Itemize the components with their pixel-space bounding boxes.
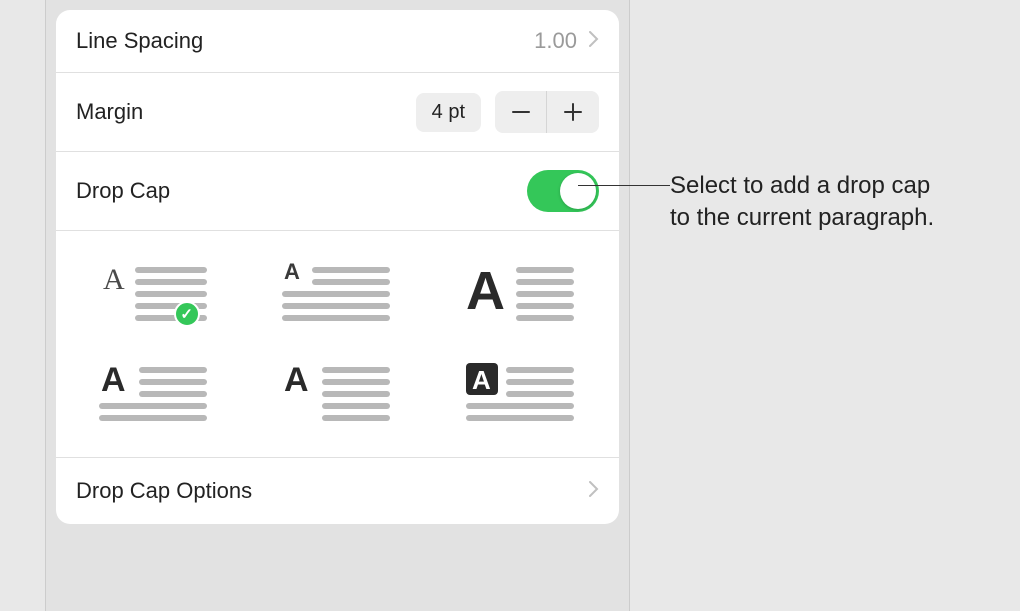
drop-cap-options-label: Drop Cap Options (76, 478, 252, 504)
dropcap-style-boxed[interactable]: A (459, 361, 583, 421)
drop-cap-label: Drop Cap (76, 178, 527, 204)
callout-leader-line (578, 185, 670, 186)
line-spacing-value-group: 1.00 (534, 28, 599, 54)
dropcap-style-large-bold[interactable]: A (459, 261, 583, 321)
svg-text:A: A (101, 361, 126, 399)
dropcap-style-inline-small[interactable]: A (276, 261, 400, 321)
chevron-right-icon (589, 30, 599, 53)
line-spacing-label: Line Spacing (76, 28, 534, 54)
dropcap-style-full-left[interactable]: A (92, 361, 216, 421)
margin-value[interactable]: 4 pt (416, 93, 481, 132)
chevron-right-icon (589, 480, 599, 503)
line-spacing-row[interactable]: Line Spacing 1.00 (56, 10, 619, 73)
callout-line-1: Select to add a drop cap (670, 170, 934, 202)
line-spacing-value: 1.00 (534, 28, 577, 54)
svg-text:A: A (466, 261, 505, 321)
margin-stepper-buttons (495, 91, 599, 133)
margin-label: Margin (76, 99, 416, 125)
inspector-panel-container: Line Spacing 1.00 Margin 4 pt (45, 0, 630, 611)
margin-stepper: 4 pt (416, 91, 599, 133)
drop-cap-options-row[interactable]: Drop Cap Options (56, 458, 619, 524)
drop-cap-row: Drop Cap (56, 152, 619, 231)
text-settings-panel: Line Spacing 1.00 Margin 4 pt (56, 10, 619, 524)
drop-cap-toggle[interactable] (527, 170, 599, 212)
svg-text:A: A (284, 361, 309, 399)
margin-increment-button[interactable] (547, 91, 599, 133)
toggle-knob (560, 173, 596, 209)
callout-line-2: to the current paragraph. (670, 202, 934, 234)
dropcap-style-indent[interactable]: A (276, 361, 400, 421)
svg-text:A: A (472, 365, 491, 395)
svg-text:A: A (103, 263, 125, 296)
dropcap-style-raised-small[interactable]: A ✓ (92, 261, 216, 321)
drop-cap-styles-grid: A ✓ A (56, 231, 619, 458)
check-icon: ✓ (174, 301, 200, 327)
margin-decrement-button[interactable] (495, 91, 547, 133)
margin-row: Margin 4 pt (56, 73, 619, 152)
callout-text: Select to add a drop cap to the current … (670, 170, 934, 235)
svg-text:A: A (284, 261, 300, 284)
